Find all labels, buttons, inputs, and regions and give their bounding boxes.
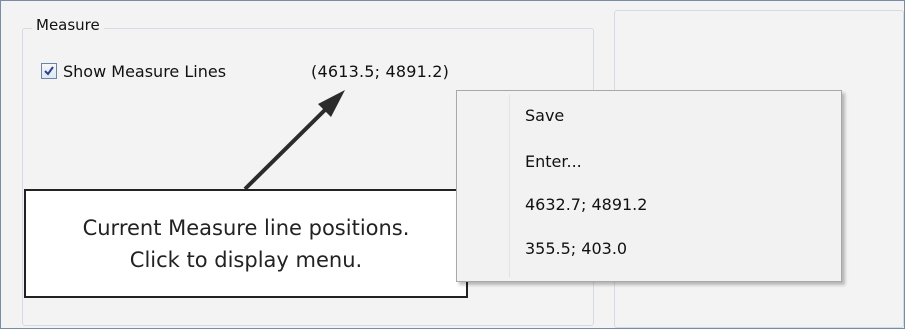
menu-item-enter[interactable]: Enter...: [525, 152, 582, 171]
callout-line-2: Click to display menu.: [129, 248, 363, 272]
callout-line-1: Current Measure line positions.: [82, 216, 410, 240]
menu-item-position-2[interactable]: 355.5; 403.0: [525, 239, 627, 258]
context-menu: Save Enter... 4632.7; 4891.2 355.5; 403.…: [456, 90, 842, 282]
menu-gutter-divider: [509, 95, 510, 277]
callout-box: Current Measure line positions. Click to…: [24, 189, 468, 298]
menu-item-save[interactable]: Save: [525, 106, 564, 125]
menu-item-position-1[interactable]: 4632.7; 4891.2: [525, 195, 647, 214]
